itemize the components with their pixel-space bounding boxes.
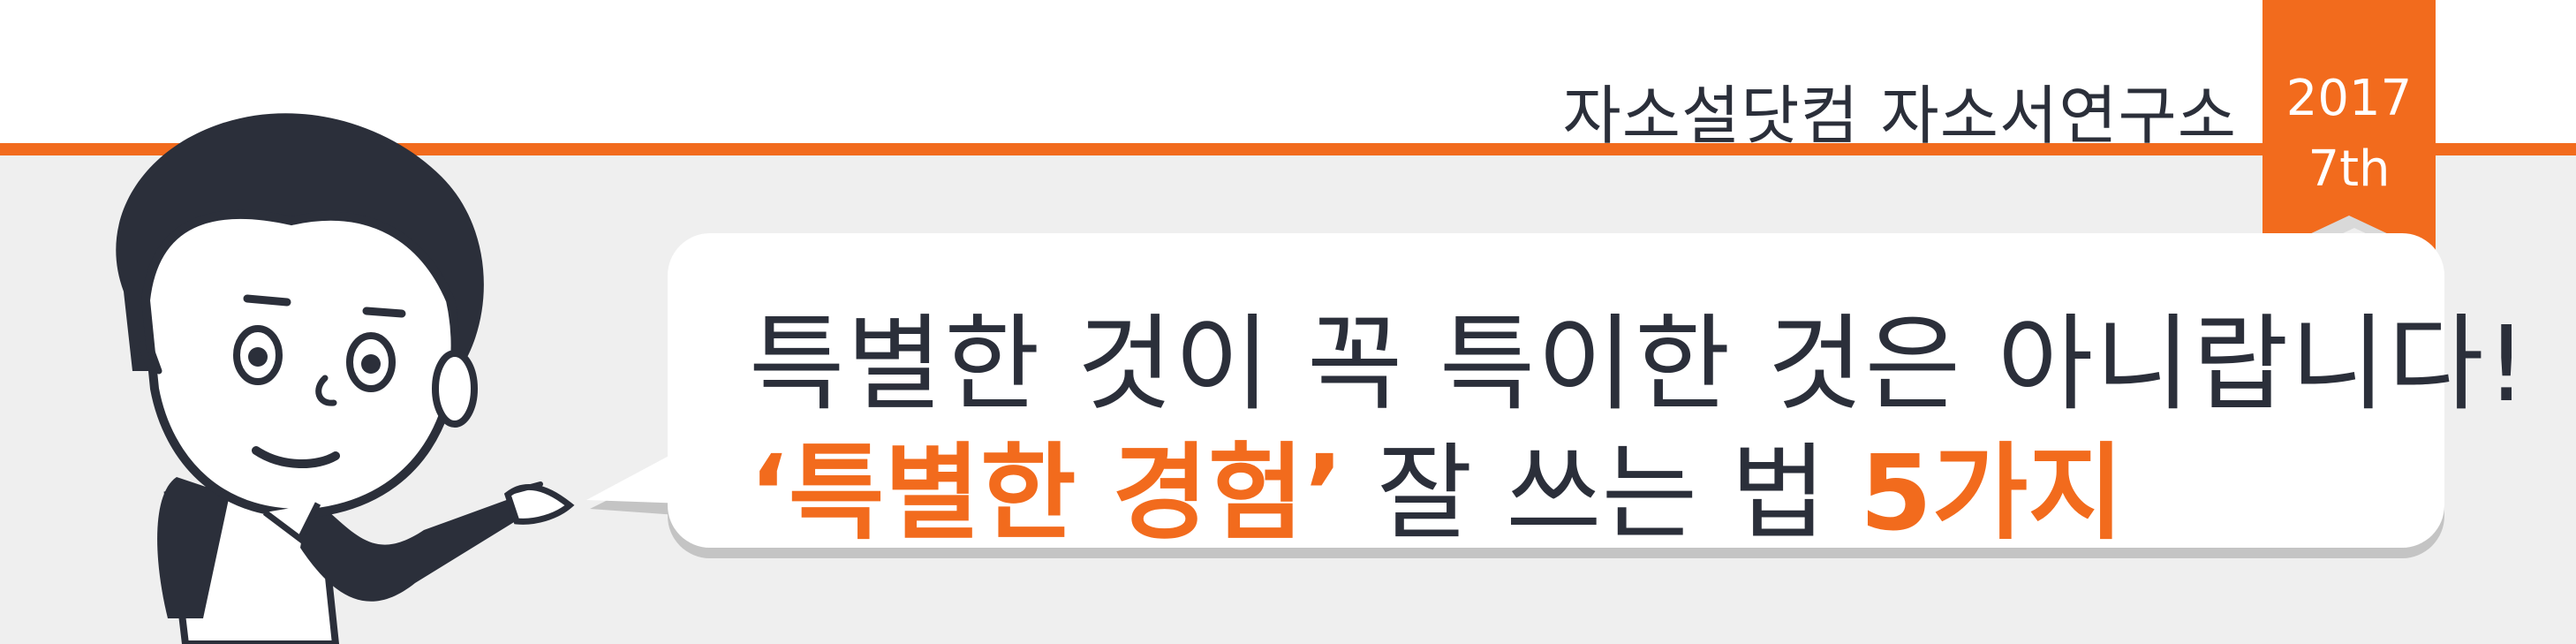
presenting-man-icon xyxy=(116,113,575,644)
headline-middle: 잘 쓰는 법 xyxy=(1343,432,1860,554)
headline-count: 5가지 xyxy=(1859,432,2125,554)
headline-line-2: ‘특별한 경험’ 잘 쓰는 법 5가지 xyxy=(749,408,2124,559)
headline-keyword: ‘특별한 경험’ xyxy=(749,432,1344,554)
